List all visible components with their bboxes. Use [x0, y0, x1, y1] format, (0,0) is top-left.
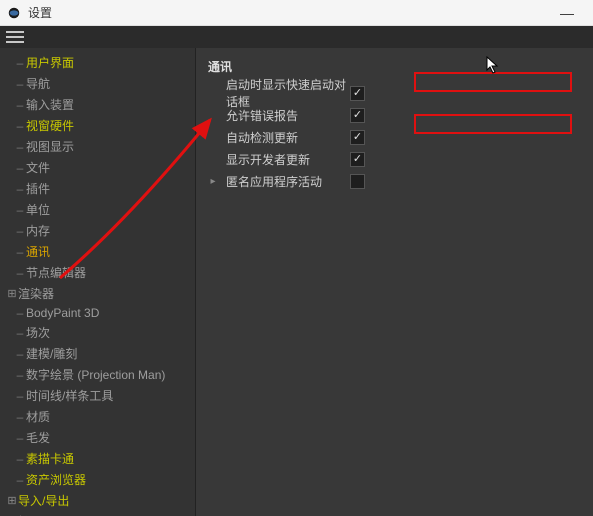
section-title: 通讯 [208, 58, 581, 75]
sidebar-item-label: 毛发 [26, 429, 50, 446]
row-label: 匿名应用程序活动 [220, 173, 350, 190]
app-icon [6, 5, 22, 21]
settings-row: 自动检测更新 [208, 127, 581, 147]
sidebar: –用户界面–导航–输入装置–视窗硬件–视图显示–文件–插件–单位–内存–通讯–节… [0, 48, 196, 516]
sidebar-item[interactable]: –素描卡通 [0, 448, 195, 469]
hamburger-icon[interactable] [6, 31, 24, 43]
sidebar-item[interactable]: –单位 [0, 199, 195, 220]
row-label: 自动检测更新 [220, 129, 350, 146]
tree-dash: – [14, 182, 26, 196]
tree-dash: – [14, 306, 26, 320]
tree-dash: – [14, 266, 26, 280]
sidebar-item[interactable]: –资产浏览器 [0, 469, 195, 490]
sidebar-item-label: 建模/雕刻 [26, 345, 77, 362]
sidebar-item[interactable]: –插件 [0, 178, 195, 199]
tree-dash: – [14, 203, 26, 217]
tree-dash: – [14, 347, 26, 361]
minimize-button[interactable]: — [547, 5, 587, 21]
titlebar: 设置 — [0, 0, 593, 26]
sidebar-item-label: 场次 [26, 324, 50, 341]
expand-icon[interactable]: ⊞ [6, 287, 18, 300]
sidebar-item[interactable]: –BodyPaint 3D [0, 304, 195, 322]
sidebar-item-label: 输入装置 [26, 96, 74, 113]
settings-row: 允许错误报告 [208, 105, 581, 125]
tree-dash: – [14, 224, 26, 238]
sidebar-item[interactable]: ⊞渲染器 [0, 283, 195, 304]
sidebar-item[interactable]: –导航 [0, 73, 195, 94]
sidebar-item[interactable]: –视窗硬件 [0, 115, 195, 136]
tree-dash: – [14, 119, 26, 133]
tree-dash: – [14, 452, 26, 466]
tree-dash: – [14, 389, 26, 403]
sidebar-item[interactable]: –建模/雕刻 [0, 343, 195, 364]
sidebar-item[interactable]: –输入装置 [0, 94, 195, 115]
tree-dash: – [14, 245, 26, 259]
tree-dash: – [14, 410, 26, 424]
sidebar-item[interactable]: –材质 [0, 406, 195, 427]
sidebar-item-label: 素描卡通 [26, 450, 74, 467]
sidebar-item-label: 视窗硬件 [26, 117, 74, 134]
tree-dash: – [14, 56, 26, 70]
sidebar-item-label: 用户界面 [26, 54, 74, 71]
sidebar-item-label: 导航 [26, 75, 50, 92]
sidebar-item-label: 单位 [26, 201, 50, 218]
tree-dash: – [14, 326, 26, 340]
checkbox[interactable] [350, 86, 365, 101]
sidebar-item-label: 时间线/样条工具 [26, 387, 113, 404]
checkbox[interactable] [350, 130, 365, 145]
checkbox[interactable] [350, 108, 365, 123]
tree-dash: – [14, 368, 26, 382]
sidebar-item[interactable]: –文件 [0, 157, 195, 178]
sidebar-item-label: 资产浏览器 [26, 471, 86, 488]
tree-dash: – [14, 98, 26, 112]
main-panel: 通讯 启动时显示快速启动对话框允许错误报告自动检测更新显示开发者更新▸匿名应用程… [196, 48, 593, 516]
settings-row: 显示开发者更新 [208, 149, 581, 169]
sidebar-item-label: 材质 [26, 408, 50, 425]
row-label: 显示开发者更新 [220, 151, 350, 168]
checkbox[interactable] [350, 174, 365, 189]
tree-dash: – [14, 140, 26, 154]
sidebar-item[interactable]: –时间线/样条工具 [0, 385, 195, 406]
sidebar-item[interactable]: –数字绘景 (Projection Man) [0, 364, 195, 385]
sidebar-item-label: 导入/导出 [18, 492, 69, 509]
sidebar-item[interactable]: –通讯 [0, 241, 195, 262]
tree-dash: – [14, 77, 26, 91]
chevron-right-icon[interactable]: ▸ [208, 176, 218, 187]
settings-row: ▸匿名应用程序活动 [208, 171, 581, 191]
sidebar-item-label: 节点编辑器 [26, 264, 86, 281]
sidebar-item[interactable]: –毛发 [0, 427, 195, 448]
menubar [0, 26, 593, 48]
row-label: 启动时显示快速启动对话框 [220, 76, 350, 110]
sidebar-item-label: 插件 [26, 180, 50, 197]
sidebar-item[interactable]: –节点编辑器 [0, 262, 195, 283]
sidebar-item-label: 文件 [26, 159, 50, 176]
sidebar-item[interactable]: ⊞导入/导出 [0, 490, 195, 511]
tree-dash: – [14, 473, 26, 487]
sidebar-item[interactable]: –视图显示 [0, 136, 195, 157]
window-title: 设置 [28, 4, 547, 21]
sidebar-item-label: 视图显示 [26, 138, 74, 155]
sidebar-item[interactable]: –内存 [0, 220, 195, 241]
sidebar-item-label: 数字绘景 (Projection Man) [26, 366, 165, 383]
tree-dash: – [14, 431, 26, 445]
sidebar-item[interactable]: ⊞扩展 [0, 511, 195, 516]
sidebar-item[interactable]: –场次 [0, 322, 195, 343]
expand-icon[interactable]: ⊞ [6, 494, 18, 507]
sidebar-item-label: BodyPaint 3D [26, 306, 99, 320]
sidebar-item-label: 内存 [26, 222, 50, 239]
sidebar-item-label: 通讯 [26, 243, 50, 260]
row-label: 允许错误报告 [220, 107, 350, 124]
sidebar-item[interactable]: –用户界面 [0, 52, 195, 73]
checkbox[interactable] [350, 152, 365, 167]
sidebar-item-label: 渲染器 [18, 285, 54, 302]
settings-row: 启动时显示快速启动对话框 [208, 83, 581, 103]
tree-dash: – [14, 161, 26, 175]
